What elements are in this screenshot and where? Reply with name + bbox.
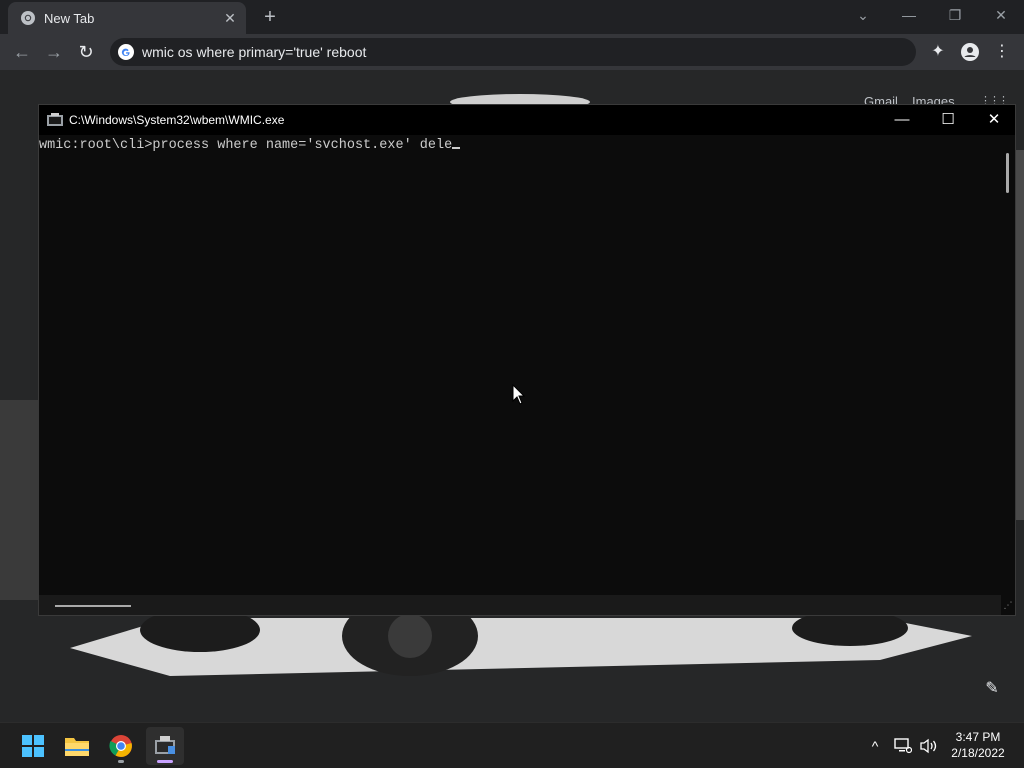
horizontal-scroll-thumb[interactable] — [55, 605, 131, 607]
running-indicator — [118, 760, 124, 763]
console-line: wmic:root\cli>process where name='svchos… — [39, 138, 461, 153]
tab-title: New Tab — [44, 10, 95, 26]
reload-button[interactable]: ↻ — [74, 40, 98, 64]
extensions-icon[interactable]: ✦ — [926, 40, 950, 64]
console-close-button[interactable]: ✕ — [971, 105, 1017, 135]
volume-icon[interactable] — [918, 735, 940, 757]
profile-icon[interactable] — [958, 40, 982, 64]
system-clock[interactable]: 3:47 PM 2/18/2022 — [940, 729, 1016, 761]
browser-toolbar: ← → ↻ wmic os where primary='true' reboo… — [0, 34, 1024, 70]
back-button[interactable]: ← — [10, 40, 34, 64]
tab-search-icon[interactable]: ⌄ — [840, 4, 886, 28]
console-prompt: wmic:root\cli> — [39, 138, 153, 153]
new-tab-button[interactable]: + — [258, 6, 282, 30]
clock-date: 2/18/2022 — [951, 746, 1005, 760]
text-cursor — [452, 147, 461, 149]
tab-new-tab[interactable]: New Tab ✕ — [8, 2, 246, 34]
customize-icon[interactable]: ✎ — [980, 678, 1004, 702]
taskbar-chrome-button[interactable] — [102, 727, 140, 765]
horizontal-scrollbar[interactable] — [39, 595, 1001, 615]
console-titlebar[interactable]: C:\Windows\System32\wbem\WMIC.exe — ☐ ✕ — [39, 105, 1015, 135]
folder-icon — [65, 738, 89, 756]
start-button[interactable] — [14, 727, 52, 765]
wmic-console-window[interactable]: C:\Windows\System32\wbem\WMIC.exe — ☐ ✕ … — [38, 104, 1016, 616]
file-explorer-button[interactable] — [58, 727, 96, 765]
browser-minimize-button[interactable]: — — [886, 4, 932, 28]
forward-button[interactable]: → — [42, 40, 66, 64]
chrome-menu-icon[interactable]: ⋮ — [990, 40, 1014, 64]
show-hidden-icons-chevron[interactable]: ^ — [864, 735, 886, 757]
tab-close-icon[interactable]: ✕ — [220, 10, 240, 27]
wmic-app-icon — [47, 113, 63, 126]
console-screen[interactable]: wmic:root\cli>process where name='svchos… — [39, 135, 1001, 595]
console-title: C:\Windows\System32\wbem\WMIC.exe — [69, 113, 285, 127]
chrome-icon — [21, 11, 35, 25]
taskbar: ^ 3:47 PM 2/18/2022 — [0, 722, 1024, 768]
resize-grip-icon[interactable]: ⋰ — [1001, 595, 1015, 615]
active-indicator — [157, 760, 173, 763]
tab-strip: New Tab ✕ + ⌄ — ❐ ✕ — [0, 0, 1024, 34]
mouse-pointer-icon — [512, 384, 526, 405]
clock-time: 3:47 PM — [955, 730, 1001, 744]
vertical-scrollbar[interactable] — [1001, 135, 1015, 595]
taskbar-wmic-button[interactable] — [146, 727, 184, 765]
wmic-app-icon — [155, 736, 175, 754]
address-text: wmic os where primary='true' reboot — [142, 44, 367, 60]
address-bar[interactable]: wmic os where primary='true' reboot — [110, 38, 916, 66]
browser-close-button[interactable]: ✕ — [978, 4, 1024, 28]
browser-restore-button[interactable]: ❐ — [932, 4, 978, 28]
chrome-icon — [109, 735, 132, 757]
console-maximize-button[interactable]: ☐ — [925, 105, 971, 135]
vertical-scroll-thumb[interactable] — [1006, 153, 1009, 193]
console-command-input[interactable]: process where name='svchost.exe' dele — [152, 138, 452, 153]
google-icon — [118, 44, 134, 60]
network-icon[interactable] — [892, 735, 914, 757]
console-minimize-button[interactable]: — — [879, 105, 925, 135]
windows-logo-icon — [22, 735, 44, 757]
